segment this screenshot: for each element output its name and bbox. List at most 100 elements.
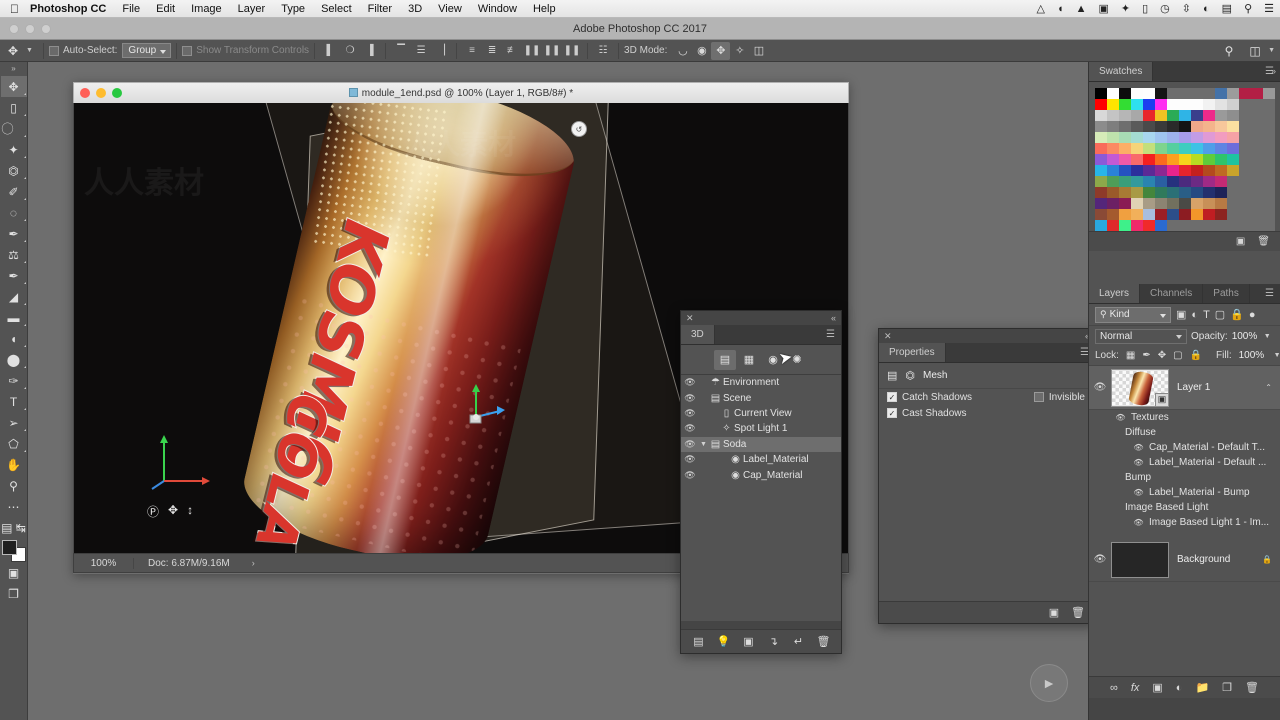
swatch-3-6[interactable] (1167, 121, 1179, 132)
new-swatch-icon[interactable]: ▣ (1236, 236, 1245, 247)
layer-texture-ibl[interactable]: 👁 Image Based Light 1 - Im... (1089, 515, 1280, 530)
align-right-edges-icon[interactable]: ▐ (360, 42, 380, 60)
swatch-3-13[interactable] (1251, 121, 1263, 132)
swatch-5-12[interactable] (1239, 143, 1251, 154)
scale-3d-icon[interactable]: ◫ (749, 42, 768, 60)
3d-tree-row-cap-material[interactable]: 👁 ◉ Cap_Material (681, 467, 841, 482)
swatch-7-3[interactable] (1131, 165, 1143, 176)
auto-select-checkbox[interactable] (48, 45, 59, 56)
close-icon[interactable]: ✕ (884, 331, 892, 342)
swatch-5-9[interactable] (1203, 143, 1215, 154)
swatch-11-1[interactable] (1107, 209, 1119, 220)
quick-selection-tool[interactable]: ✦ (1, 139, 27, 160)
swatch-1-7[interactable] (1179, 99, 1191, 110)
swatch-10-7[interactable] (1179, 198, 1191, 209)
swatch-4-2[interactable] (1119, 132, 1131, 143)
rotate-3d-icon[interactable]: ◡ (673, 42, 692, 60)
pan-icon[interactable]: ✥ (168, 503, 178, 520)
swatch-12-7[interactable] (1179, 220, 1191, 231)
swatch-3-2[interactable] (1119, 121, 1131, 132)
fill-chevron-icon[interactable]: ▼ (1274, 352, 1280, 359)
menu-layer[interactable]: Layer (230, 0, 274, 18)
eyedropper-tool[interactable]: ✐ (1, 181, 27, 202)
new-layer-icon[interactable]: ❐ (1222, 681, 1232, 694)
layer-texture-cap-material[interactable]: 👁 Cap_Material - Default T... (1089, 440, 1280, 455)
swatch-7-11[interactable] (1227, 165, 1239, 176)
swatch-10-10[interactable] (1215, 198, 1227, 209)
swatch-3-1[interactable] (1107, 121, 1119, 132)
swatch-3-10[interactable] (1215, 121, 1227, 132)
swatch-12-6[interactable] (1167, 220, 1179, 231)
coordinates-icon[interactable]: ⏣ (905, 369, 915, 382)
layer-mask-icon[interactable]: ▣ (1152, 681, 1162, 694)
swatch-12-0[interactable] (1095, 220, 1107, 231)
pen-tool[interactable]: ✑ (1, 370, 27, 391)
swatch-2-11[interactable] (1227, 110, 1239, 121)
auto-select-scope-dropdown[interactable]: Group (122, 43, 172, 58)
swatch-3-12[interactable] (1239, 121, 1251, 132)
swatch-5-6[interactable] (1167, 143, 1179, 154)
swatch-2-7[interactable] (1179, 110, 1191, 121)
status-expand-arrow[interactable]: › (230, 558, 255, 568)
menu-edit[interactable]: Edit (148, 0, 183, 18)
swatch-9-7[interactable] (1179, 187, 1191, 198)
distribute-top-icon[interactable]: ≡ (462, 42, 482, 60)
foreground-color-swatch[interactable] (1, 540, 17, 555)
add-mesh-icon[interactable]: ▤ (692, 635, 706, 648)
swatch-10-5[interactable] (1155, 198, 1167, 209)
cast-shadows-row[interactable]: ✓ Cast Shadows (879, 405, 1088, 421)
visibility-icon[interactable]: 👁 (1133, 488, 1144, 497)
clone-stamp-tool[interactable]: ⚖ (1, 244, 27, 265)
swatch-3-8[interactable] (1191, 121, 1203, 132)
layer-row-layer1[interactable]: 👁 ▣ Layer 1 ⌃ (1089, 366, 1280, 410)
layer-sub-textures[interactable]: 👁 Textures (1089, 410, 1280, 425)
swatch-6-3[interactable] (1131, 154, 1143, 165)
3d-tree-row-spot-light[interactable]: 👁 ✧ Spot Light 1 (681, 421, 841, 436)
chevron-up-icon[interactable]: ⌃ (1265, 383, 1280, 392)
filter-mesh-icon[interactable]: ▦ (738, 350, 760, 370)
show-transform-checkbox[interactable] (182, 45, 193, 56)
delete-icon[interactable]: 🗑 (817, 635, 831, 648)
swatch-10-6[interactable] (1167, 198, 1179, 209)
delete-layer-icon[interactable]: 🗑 (1245, 681, 1259, 694)
swatch-2-8[interactable] (1191, 110, 1203, 121)
swatch-6-6[interactable] (1167, 154, 1179, 165)
swatch-7-5[interactable] (1155, 165, 1167, 176)
swatch-10-11[interactable] (1227, 198, 1239, 209)
cast-shadows-checkbox[interactable]: ✓ (887, 408, 897, 418)
wifi-icon[interactable]: ◐ (1197, 0, 1216, 18)
swatch-9-3[interactable] (1131, 187, 1143, 198)
menu-window[interactable]: Window (470, 0, 525, 18)
swatch-1-6[interactable] (1167, 99, 1179, 110)
swatch-0-9[interactable] (1203, 88, 1215, 99)
swatch-4-0[interactable] (1095, 132, 1107, 143)
swatch-4-3[interactable] (1131, 132, 1143, 143)
swatch-10-12[interactable] (1239, 198, 1251, 209)
swatch-12-3[interactable] (1131, 220, 1143, 231)
swatch-2-0[interactable] (1095, 110, 1107, 121)
swatch-0-2[interactable] (1119, 88, 1131, 99)
swatch-0-12[interactable] (1239, 88, 1251, 99)
menu-image[interactable]: Image (183, 0, 230, 18)
distribute-vertical-center-icon[interactable]: ≣ (482, 42, 502, 60)
blend-mode-dropdown[interactable]: Normal (1095, 328, 1187, 344)
swatch-7-12[interactable] (1239, 165, 1251, 176)
swatch-6-8[interactable] (1191, 154, 1203, 165)
zoom-tool[interactable]: ⚲ (1, 475, 27, 496)
swatch-8-4[interactable] (1143, 176, 1155, 187)
swatch-10-8[interactable] (1191, 198, 1203, 209)
swatch-11-0[interactable] (1095, 209, 1107, 220)
swatch-7-14[interactable] (1263, 165, 1275, 176)
swatch-8-7[interactable] (1179, 176, 1191, 187)
filter-scene-icon[interactable]: ▤ (714, 349, 736, 370)
menu-type[interactable]: Type (273, 0, 313, 18)
swatch-2-1[interactable] (1107, 110, 1119, 121)
swatch-1-12[interactable] (1239, 99, 1251, 110)
layer-thumbnail[interactable]: ▣ (1111, 368, 1169, 407)
swatch-6-10[interactable] (1215, 154, 1227, 165)
swatch-2-4[interactable] (1143, 110, 1155, 121)
twirl-icon[interactable]: ▼ (699, 441, 708, 448)
swatch-6-12[interactable] (1239, 154, 1251, 165)
3d-view-widgets[interactable]: Ⓟ ✥ ↕ (147, 503, 193, 520)
swatch-9-4[interactable] (1143, 187, 1155, 198)
